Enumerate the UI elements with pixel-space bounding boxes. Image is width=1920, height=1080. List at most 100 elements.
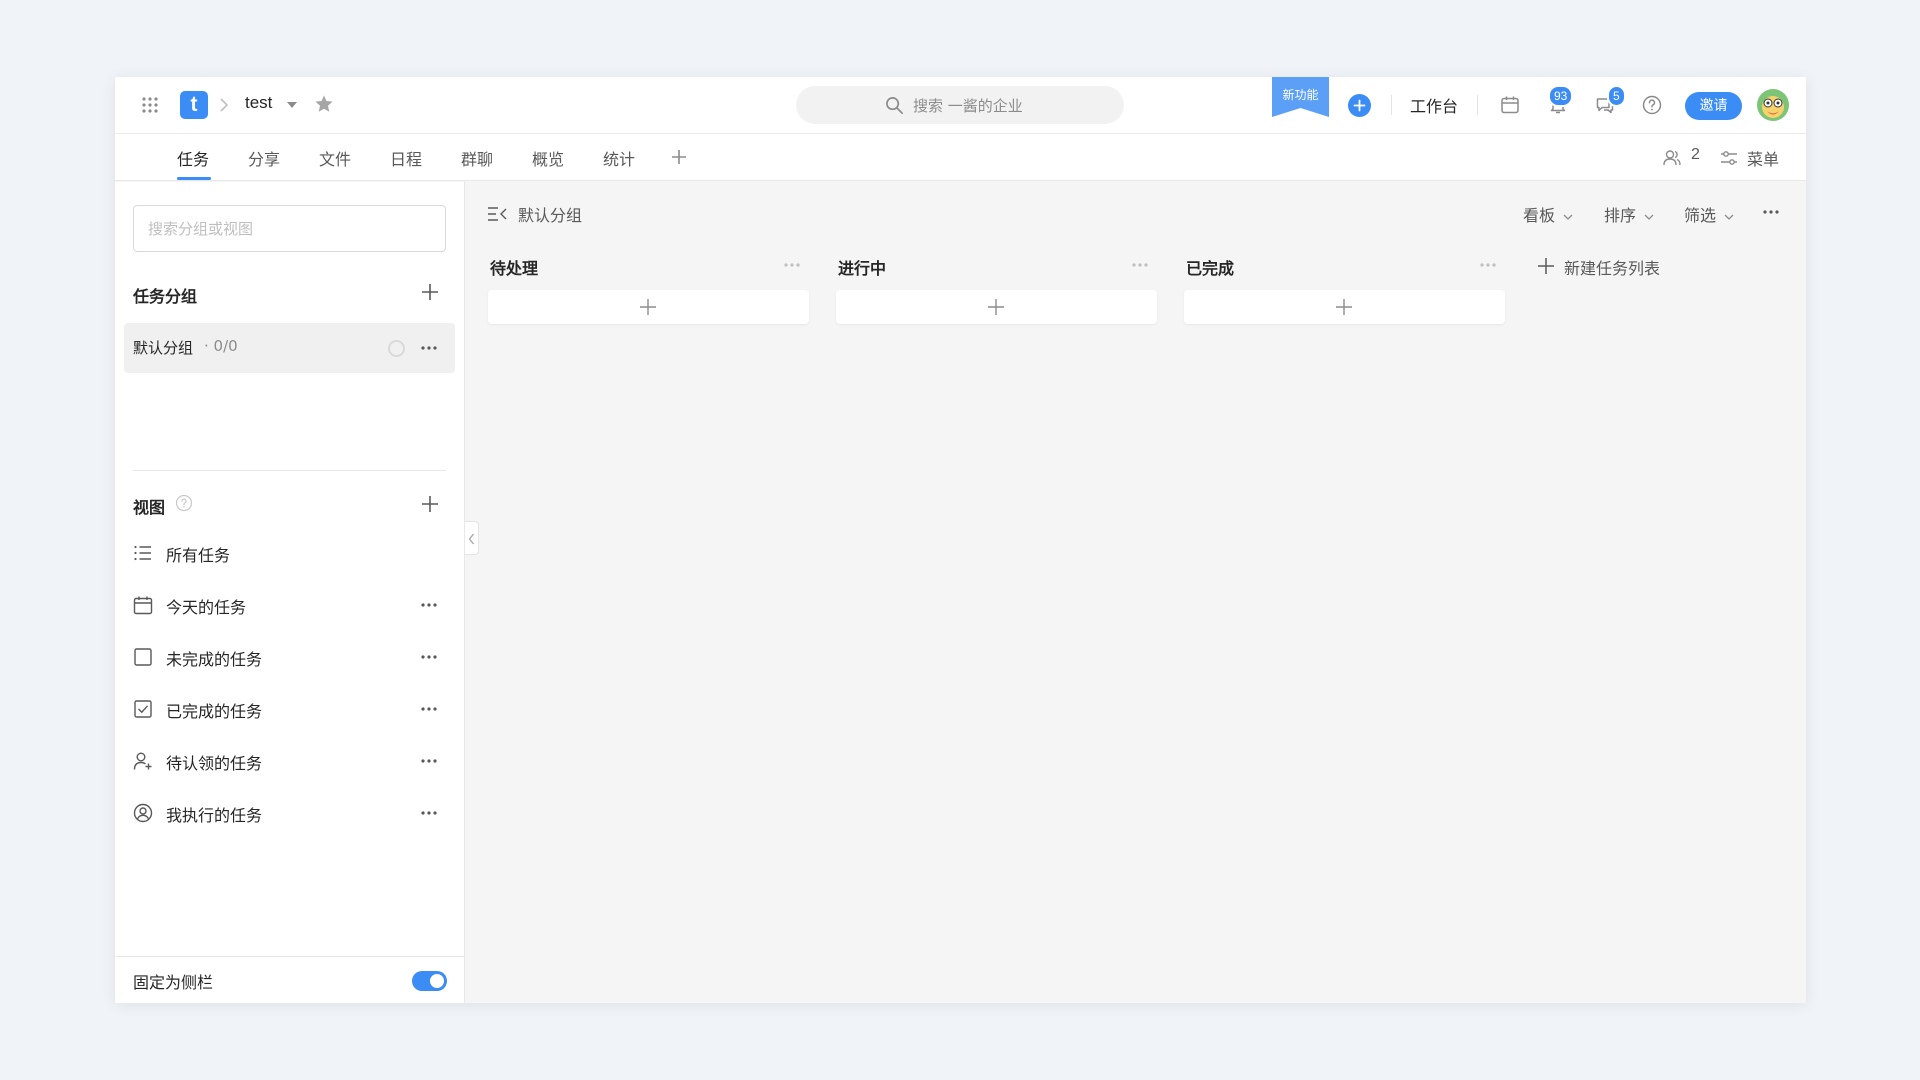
new-feature-ribbon[interactable]: 新功能	[1272, 77, 1329, 117]
new-feature-label: 新功能	[1282, 88, 1319, 102]
chevron-down-icon	[1644, 214, 1654, 220]
sidebar-divider	[133, 470, 446, 471]
view-item-label: 已完成的任务	[166, 702, 263, 721]
column-more-dots-icon[interactable]	[783, 262, 801, 268]
view-item-label: 未完成的任务	[166, 650, 263, 669]
help-circle-icon[interactable]	[175, 494, 193, 512]
tab-tasks[interactable]: 任务	[177, 146, 209, 170]
view-item-label: 所有任务	[166, 546, 231, 565]
header-divider	[1391, 95, 1392, 115]
add-task-button[interactable]	[836, 290, 1157, 324]
more-dots-icon[interactable]	[420, 706, 438, 712]
tab-statistics[interactable]: 统计	[603, 146, 635, 170]
column-more-dots-icon[interactable]	[1131, 262, 1149, 268]
board-title: 默认分组	[518, 206, 583, 225]
add-task-button[interactable]	[488, 290, 809, 324]
list-icon	[134, 545, 151, 561]
pin-sidebar-label: 固定为侧栏	[133, 973, 214, 992]
user-avatar[interactable]	[1756, 88, 1790, 122]
filter-label: 筛选	[1684, 206, 1717, 225]
view-item-label: 待认领的任务	[166, 754, 263, 773]
user-circle-icon	[133, 803, 153, 823]
add-tab-plus-icon[interactable]	[670, 148, 688, 166]
plus-icon	[1336, 299, 1352, 315]
view-item-label: 今天的任务	[166, 598, 247, 617]
view-item-today[interactable]: 今天的任务	[115, 585, 465, 625]
project-caret-down-icon[interactable]	[286, 100, 298, 110]
sidebar-collapse-handle[interactable]	[465, 521, 479, 555]
app-logo[interactable]: t	[180, 91, 208, 119]
checkbox-empty-icon	[134, 648, 152, 666]
project-tab-bar: 任务 分享 文件 日程 群聊 概览 统计 2 菜单	[115, 134, 1806, 181]
view-mode-label: 看板	[1523, 206, 1556, 225]
chevron-down-icon	[1563, 214, 1573, 220]
app-grid-icon[interactable]	[140, 95, 160, 115]
more-dots-icon[interactable]	[420, 758, 438, 764]
sidebar-search-input[interactable]	[133, 205, 446, 252]
global-search[interactable]: 搜索 一酱的企业	[796, 86, 1124, 124]
plus-icon	[988, 299, 1004, 315]
user-add-icon	[133, 752, 152, 770]
group-progress-circle-icon[interactable]	[388, 340, 405, 357]
view-item-unfinished[interactable]: 未完成的任务	[115, 637, 465, 677]
calendar-icon[interactable]	[1499, 94, 1521, 116]
view-item-label: 我执行的任务	[166, 806, 263, 825]
chevron-down-icon	[1724, 214, 1734, 220]
plus-icon	[1353, 99, 1366, 112]
notification-badge: 93	[1548, 85, 1574, 107]
add-view-plus-icon[interactable]	[420, 494, 440, 514]
group-item-default[interactable]: 默认分组 · 0/0	[124, 323, 455, 373]
sort-dropdown[interactable]: 排序	[1604, 202, 1654, 226]
project-name[interactable]: test	[245, 93, 272, 113]
group-count: · 0/0	[204, 337, 238, 355]
breadcrumb-chevron-icon	[220, 98, 229, 112]
header-divider	[1477, 95, 1478, 115]
help-icon[interactable]	[1641, 94, 1663, 116]
tab-schedule[interactable]: 日程	[390, 146, 422, 170]
toggle-knob	[430, 974, 444, 988]
more-dots-icon[interactable]	[420, 602, 438, 608]
column-title: 待处理	[490, 259, 539, 278]
menu-settings-icon[interactable]	[1719, 148, 1739, 168]
view-mode-dropdown[interactable]: 看板	[1523, 202, 1573, 226]
quick-create-button[interactable]	[1348, 94, 1371, 117]
active-tab-indicator	[177, 177, 211, 180]
view-item-assigned-to-me[interactable]: 我执行的任务	[115, 793, 465, 833]
views-title: 视图	[133, 498, 166, 517]
members-icon[interactable]	[1662, 148, 1682, 168]
search-placeholder: 搜索 一酱的企业	[913, 97, 1023, 115]
message-badge: 5	[1607, 85, 1626, 107]
more-dots-icon[interactable]	[420, 654, 438, 660]
more-dots-icon[interactable]	[420, 810, 438, 816]
collapse-sidebar-icon[interactable]	[487, 205, 509, 223]
new-task-list-label: 新建任务列表	[1564, 259, 1661, 278]
menu-button[interactable]: 菜单	[1747, 146, 1779, 170]
view-item-all-tasks[interactable]: 所有任务	[115, 533, 465, 573]
view-item-unclaimed[interactable]: 待认领的任务	[115, 741, 465, 781]
plus-icon	[640, 299, 656, 315]
column-title: 进行中	[838, 259, 887, 278]
search-icon	[886, 97, 903, 114]
add-task-button[interactable]	[1184, 290, 1505, 324]
app-window: t test 搜索 一酱的企业 新功能 工作台 93 5 邀请 任务 分享 文件…	[115, 77, 1806, 1003]
sidebar-footer: 固定为侧栏	[115, 956, 465, 1003]
invite-button[interactable]: 邀请	[1685, 92, 1742, 120]
tab-group-chat[interactable]: 群聊	[461, 146, 493, 170]
star-icon[interactable]	[314, 94, 334, 114]
tab-share[interactable]: 分享	[248, 146, 280, 170]
members-count[interactable]: 2	[1691, 146, 1700, 164]
view-item-completed[interactable]: 已完成的任务	[115, 689, 465, 729]
sort-label: 排序	[1604, 206, 1637, 225]
tab-files[interactable]: 文件	[319, 146, 351, 170]
workbench-link[interactable]: 工作台	[1410, 93, 1458, 117]
tab-overview[interactable]: 概览	[532, 146, 564, 170]
chevron-left-icon	[468, 533, 475, 545]
top-bar: t test 搜索 一酱的企业 新功能 工作台 93 5 邀请	[115, 77, 1806, 134]
more-dots-icon[interactable]	[420, 345, 438, 351]
task-sidebar: 任务分组 默认分组 · 0/0 视图 所有任	[115, 182, 465, 1003]
column-more-dots-icon[interactable]	[1479, 262, 1497, 268]
pin-sidebar-toggle[interactable]	[412, 971, 447, 991]
filter-dropdown[interactable]: 筛选	[1684, 202, 1734, 226]
board-more-dots-icon[interactable]	[1762, 209, 1780, 215]
add-group-plus-icon[interactable]	[420, 282, 440, 302]
